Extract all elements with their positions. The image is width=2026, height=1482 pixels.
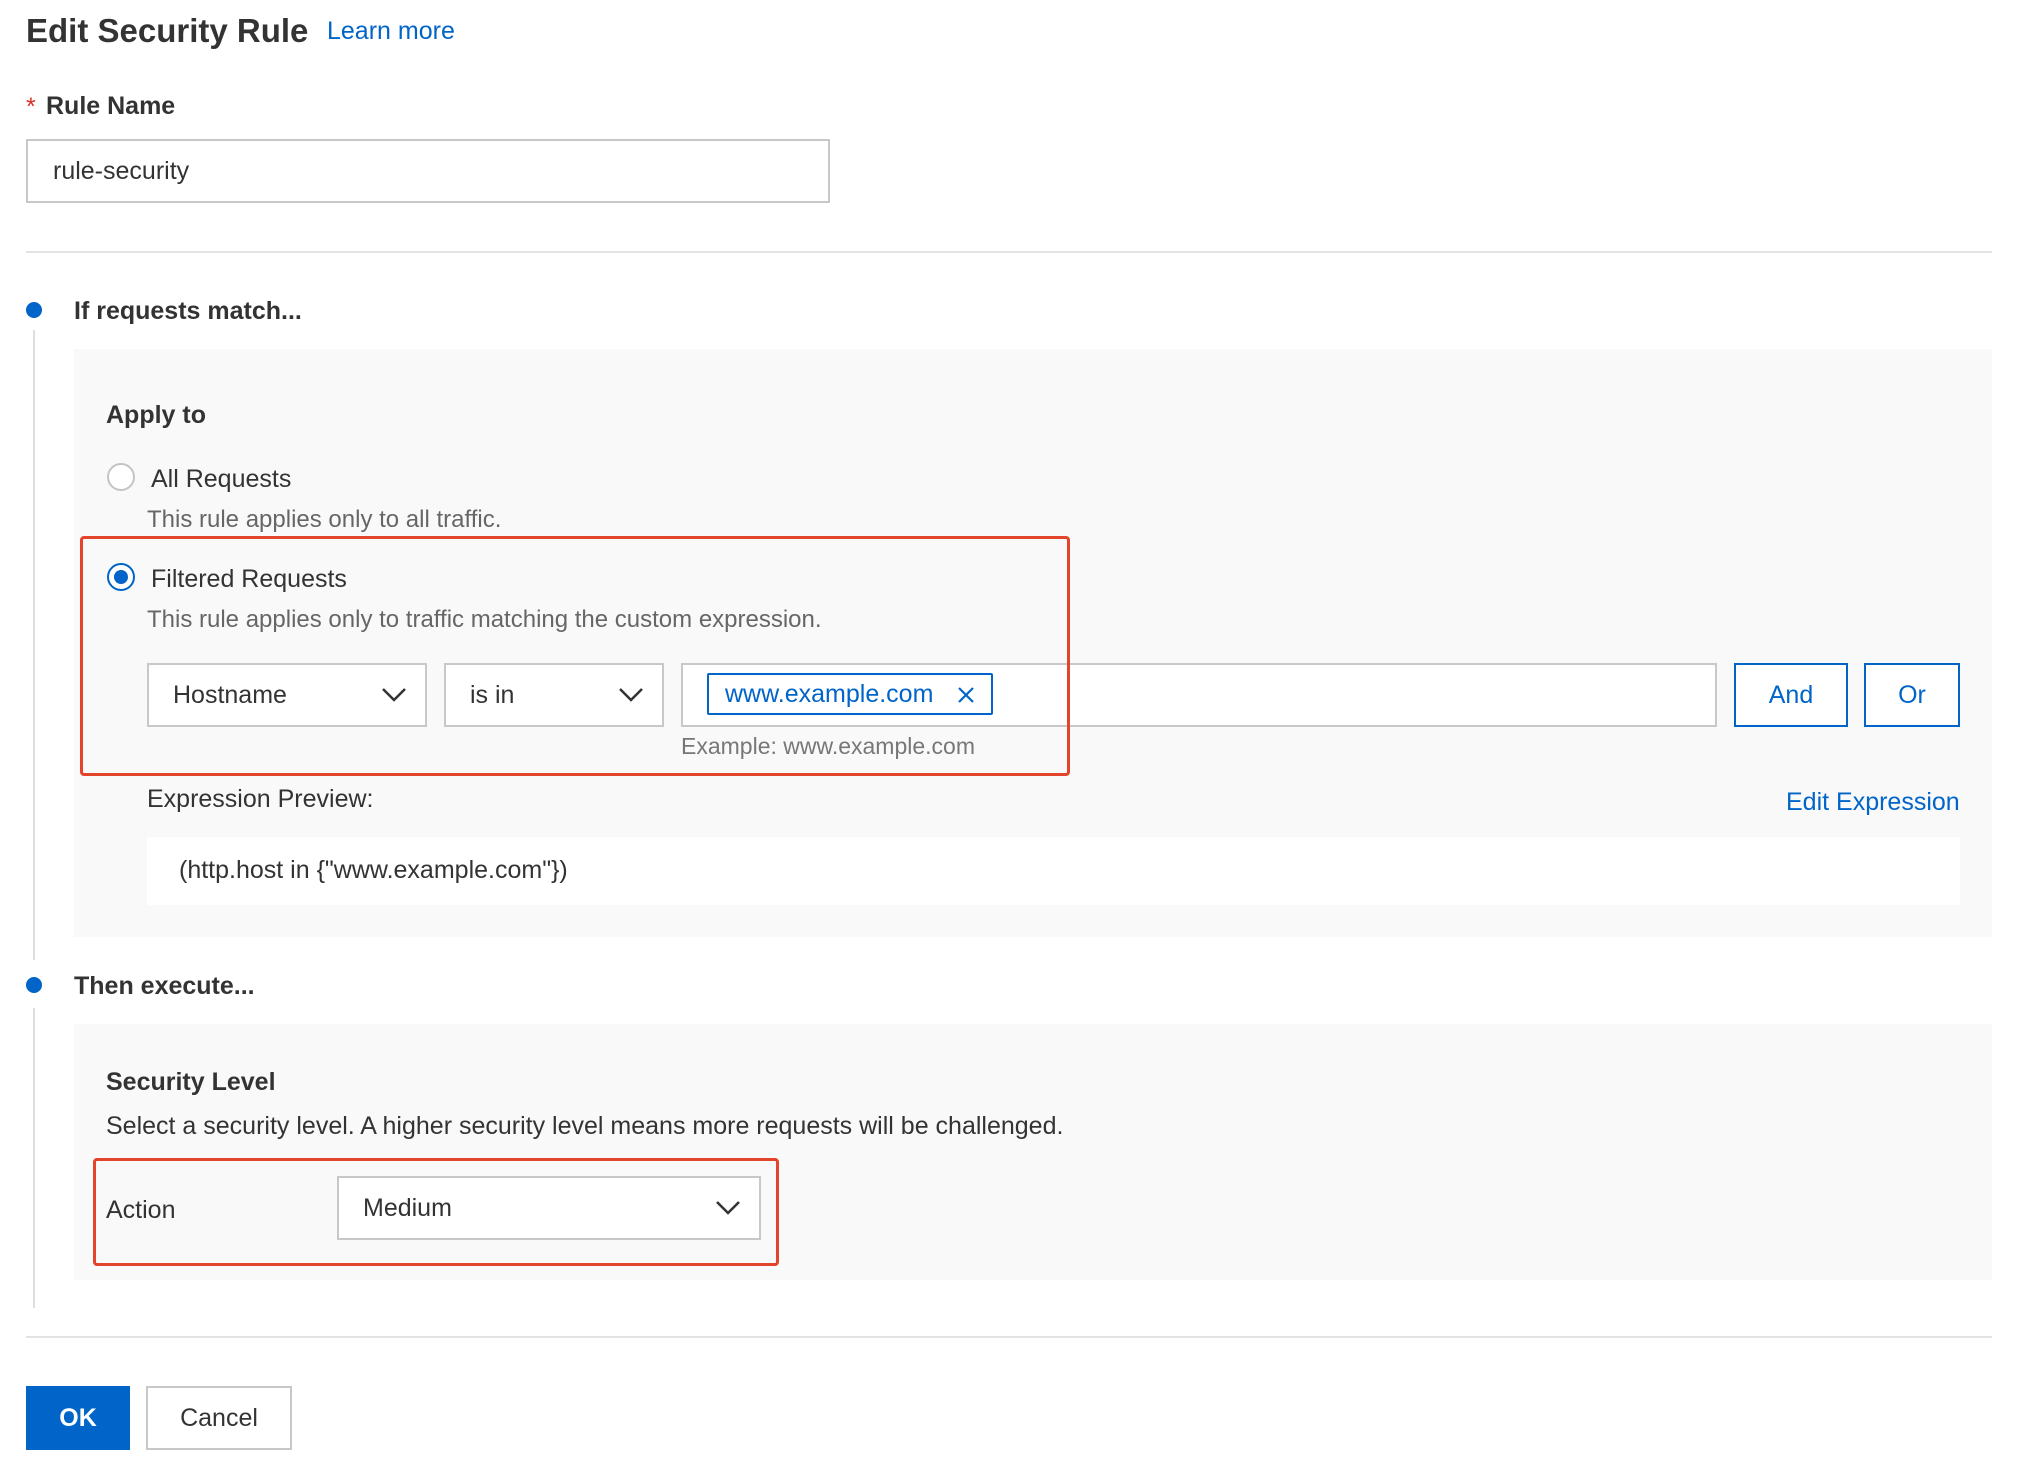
expression-preview-label: Expression Preview: <box>147 785 374 813</box>
action-select-value: Medium <box>363 1194 452 1222</box>
field-select[interactable]: Hostname <box>147 663 427 727</box>
radio-all-requests[interactable] <box>107 463 135 491</box>
learn-more-link[interactable]: Learn more <box>327 17 455 46</box>
execute-panel <box>74 1024 1992 1280</box>
edit-expression-link[interactable]: Edit Expression <box>1786 788 1960 817</box>
operator-select-value: is in <box>470 681 515 709</box>
required-marker: * <box>26 93 36 121</box>
step-dot-execute <box>26 977 42 993</box>
divider <box>26 251 1992 253</box>
rule-name-input[interactable]: rule-security <box>26 139 830 203</box>
action-label: Action <box>106 1196 176 1224</box>
step-connector <box>33 1008 35 1308</box>
value-tag: www.example.com <box>707 673 994 715</box>
page-title: Edit Security Rule <box>26 12 309 49</box>
radio-label-filtered-requests[interactable]: Filtered Requests <box>151 565 347 594</box>
ok-button[interactable]: OK <box>26 1386 130 1450</box>
value-tag-label: www.example.com <box>725 680 934 708</box>
field-select-value: Hostname <box>173 681 287 709</box>
step-title-execute: Then execute... <box>74 972 255 1000</box>
step-connector <box>33 330 35 960</box>
radio-label-all-requests[interactable]: All Requests <box>151 465 291 494</box>
and-button[interactable]: And <box>1734 663 1848 727</box>
cancel-button[interactable]: Cancel <box>146 1386 292 1450</box>
value-tag-input[interactable]: www.example.com <box>681 663 1717 727</box>
divider <box>26 1336 1992 1338</box>
step-title-match: If requests match... <box>74 297 302 325</box>
value-hint: Example: www.example.com <box>681 733 975 759</box>
radio-desc-all-requests: This rule applies only to all traffic. <box>147 506 502 533</box>
radio-desc-filtered-requests: This rule applies only to traffic matchi… <box>147 606 822 633</box>
expression-preview-box: (http.host in {"www.example.com"}) <box>147 837 1960 905</box>
action-select[interactable]: Medium <box>337 1176 761 1240</box>
chevron-down-icon <box>716 1201 740 1215</box>
chevron-down-icon <box>382 688 406 702</box>
step-dot-match <box>26 302 42 318</box>
operator-select[interactable]: is in <box>444 663 664 727</box>
radio-filtered-requests[interactable] <box>107 563 135 591</box>
apply-to-label: Apply to <box>106 401 206 429</box>
security-level-description: Select a security level. A higher securi… <box>106 1112 1064 1140</box>
chevron-down-icon <box>619 688 643 702</box>
or-button[interactable]: Or <box>1864 663 1960 727</box>
close-icon[interactable] <box>957 686 975 704</box>
rule-name-label: Rule Name <box>46 92 176 120</box>
security-level-title: Security Level <box>106 1068 276 1096</box>
